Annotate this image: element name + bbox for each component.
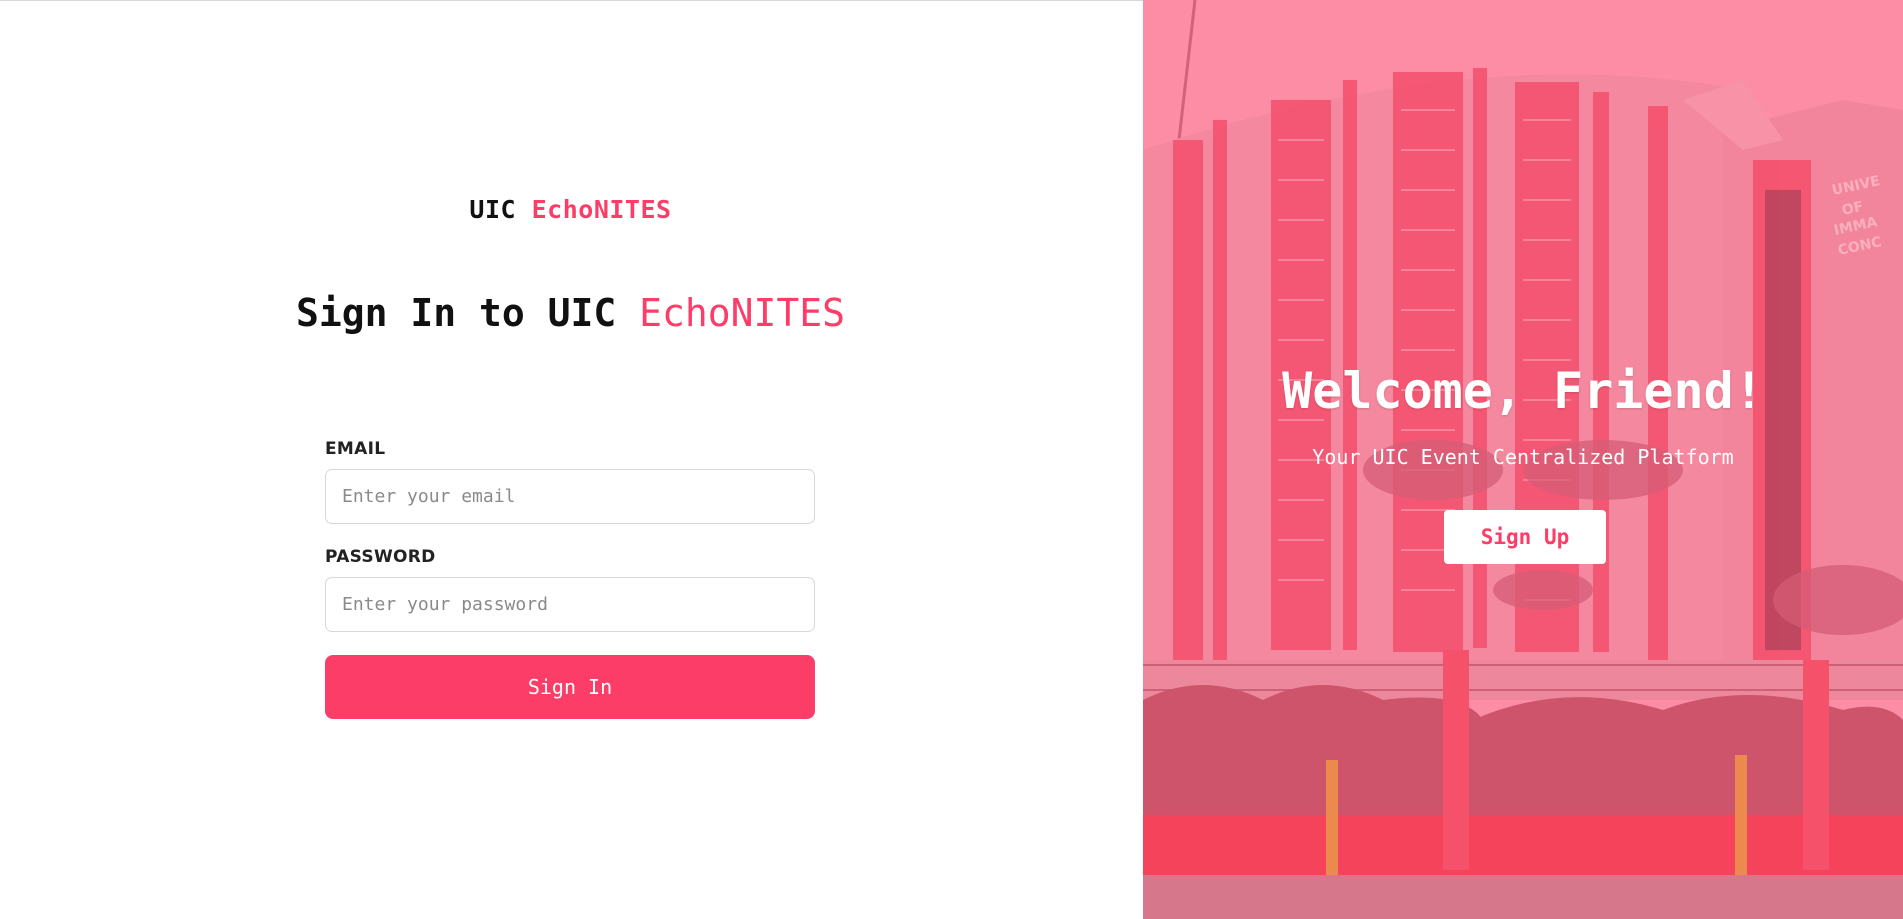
password-label: PASSWORD [325, 547, 436, 567]
sign-up-button[interactable]: Sign Up [1444, 510, 1606, 564]
page-title: Sign In to UIC EchoNITES [0, 291, 1141, 335]
hero-panel: UNIVE OF IMMA CONC Welcome, Friend! Your… [1143, 0, 1903, 919]
email-group: EMAIL [325, 439, 815, 524]
welcome-heading: Welcome, Friend! [1282, 362, 1764, 420]
page-title-prefix: Sign In to UIC [295, 291, 617, 335]
password-group: PASSWORD [325, 547, 815, 632]
sign-in-page: UIC EchoNITES Sign In to UIC EchoNITES E… [0, 0, 1903, 919]
email-field[interactable] [325, 469, 815, 524]
sign-in-form: EMAIL PASSWORD Sign In [325, 439, 815, 719]
sign-in-panel: UIC EchoNITES Sign In to UIC EchoNITES E… [0, 0, 1143, 919]
brand-name: EchoNITES [531, 195, 672, 224]
brand-prefix: UIC [469, 195, 517, 224]
brand-logo: UIC EchoNITES [0, 195, 1141, 224]
sign-in-button[interactable]: Sign In [325, 655, 815, 719]
password-field[interactable] [325, 577, 815, 632]
email-label: EMAIL [325, 439, 386, 459]
page-title-brand: EchoNITES [639, 291, 846, 335]
welcome-subtitle: Your UIC Event Centralized Platform [1312, 445, 1734, 469]
